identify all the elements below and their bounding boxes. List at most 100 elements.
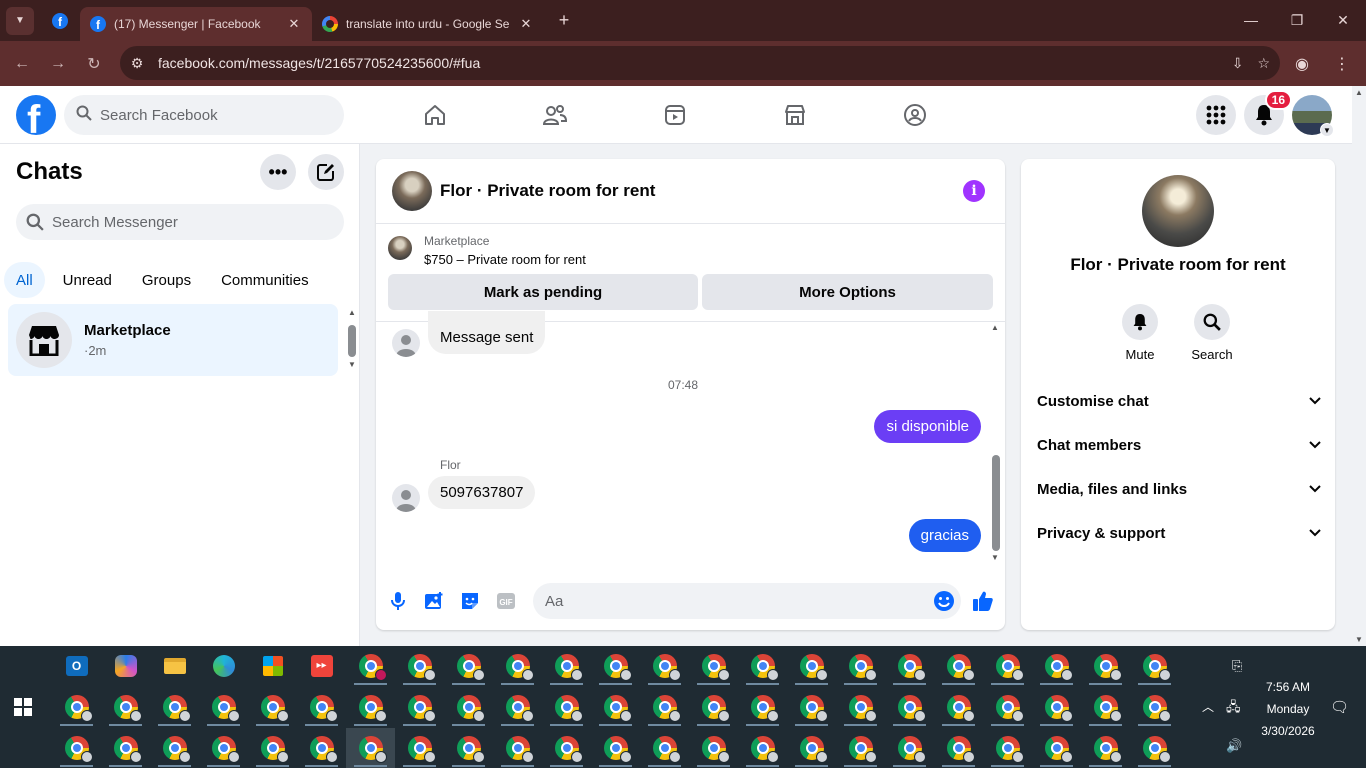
chat-list-item[interactable]: Marketplace ·2m [8,304,338,376]
sidebar-scrollbar[interactable]: ▲ ▼ [346,308,358,370]
chrome-icon[interactable] [1130,728,1179,768]
taskbar-clock[interactable]: 7:56 AM Monday 3/30/2026 [1248,676,1328,742]
chrome-icon[interactable] [836,687,885,727]
sender-avatar[interactable] [392,484,420,512]
message-bubble-incoming[interactable]: 5097637807 [428,476,536,509]
site-info-icon[interactable]: ⚙ [120,55,154,72]
section-chat-members[interactable]: Chat members [1037,423,1321,467]
chrome-icon-active[interactable] [346,728,395,768]
chat-options-button[interactable]: ••• [260,154,296,190]
section-media-files-links[interactable]: Media, files and links [1037,467,1321,511]
anydesk-icon[interactable]: ▸▸ [297,646,346,686]
nav-friends[interactable] [495,86,615,144]
copilot-icon[interactable] [101,646,150,686]
chrome-icon[interactable] [934,728,983,768]
restore-button[interactable]: ❐ [1274,0,1320,40]
tab-google[interactable]: translate into urdu - Google Se ✕ [312,7,544,41]
sender-avatar[interactable] [392,329,420,357]
bookmark-star-icon[interactable]: ☆ [1257,55,1270,72]
show-hidden-icons[interactable]: ︿ [1202,698,1214,715]
meet-now-icon[interactable]: ⎘ [1232,658,1242,674]
chrome-icon[interactable] [689,646,738,686]
chrome-icon[interactable] [885,646,934,686]
message-bubble-incoming[interactable]: Message sent [428,311,546,354]
nav-gaming[interactable] [855,86,975,144]
chrome-icon[interactable] [248,728,297,768]
facebook-search-input[interactable]: Search Facebook [64,95,344,135]
section-customise-chat[interactable]: Customise chat [1037,379,1321,423]
conversation-scrollbar[interactable]: ▲ ▼ [991,323,1001,562]
chrome-icon[interactable] [395,687,444,727]
page-scrollbar[interactable]: ▲ ▼ [1352,86,1366,646]
chrome-icon[interactable] [1130,646,1179,686]
voice-clip-button[interactable] [380,583,416,619]
back-button[interactable]: ← [4,46,40,82]
address-bar[interactable]: ⚙ facebook.com/messages/t/21657705242356… [120,46,1280,80]
chrome-icon[interactable] [934,646,983,686]
network-icon[interactable]: 🖧 [1226,698,1241,720]
forward-button[interactable]: → [40,46,76,82]
chrome-icon[interactable] [101,687,150,727]
chrome-icon[interactable] [493,646,542,686]
install-app-icon[interactable]: ⇩ [1232,55,1244,72]
browser-menu-icon[interactable]: ⋮ [1324,46,1360,82]
nav-marketplace[interactable] [735,86,855,144]
facebook-logo[interactable]: f [16,95,56,135]
message-bubble-outgoing[interactable]: si disponible [874,410,981,443]
chrome-icon[interactable] [1081,646,1130,686]
chrome-profile-icon[interactable] [346,646,395,686]
filter-unread[interactable]: Unread [51,262,124,298]
filter-groups[interactable]: Groups [130,262,203,298]
tab-messenger[interactable]: f (17) Messenger | Facebook ✕ [80,7,312,41]
minimize-button[interactable]: — [1228,0,1274,40]
chrome-icon[interactable] [493,687,542,727]
sticker-button[interactable] [452,583,488,619]
chrome-icon[interactable] [542,687,591,727]
attach-photo-button[interactable] [416,583,452,619]
chrome-icon[interactable] [542,728,591,768]
chrome-icon[interactable] [787,646,836,686]
chrome-icon[interactable] [101,728,150,768]
contact-avatar[interactable] [1142,175,1214,247]
nav-video[interactable] [615,86,735,144]
chrome-icon[interactable] [640,646,689,686]
new-tab-button[interactable]: + [550,7,578,35]
outlook-icon[interactable]: O [52,646,101,686]
chrome-icon[interactable] [1081,687,1130,727]
chrome-icon[interactable] [444,687,493,727]
chrome-icon[interactable] [346,687,395,727]
chrome-icon[interactable] [738,728,787,768]
chrome-icon[interactable] [395,646,444,686]
chrome-icon[interactable] [444,646,493,686]
tab-search-button[interactable]: ▼ [6,6,34,35]
chrome-icon[interactable] [640,687,689,727]
listing-title[interactable]: $750 – Private room for rent [424,252,586,267]
chrome-icon[interactable] [52,687,101,727]
chrome-icon[interactable] [640,728,689,768]
chrome-icon[interactable] [297,687,346,727]
chrome-icon[interactable] [787,687,836,727]
tab-close-icon[interactable]: ✕ [518,16,534,32]
chrome-icon[interactable] [591,687,640,727]
chrome-icon[interactable] [542,646,591,686]
nav-home[interactable] [375,86,495,144]
chrome-icon[interactable] [885,687,934,727]
chrome-icon[interactable] [1081,728,1130,768]
listing-thumbnail[interactable] [388,236,412,260]
conversation-title[interactable]: Flor · Private room for rent [440,181,655,201]
chrome-icon[interactable] [1032,728,1081,768]
account-avatar[interactable]: ▼ [1292,95,1334,137]
message-input[interactable]: Aa [533,583,961,619]
conversation-avatar[interactable] [392,171,432,211]
chrome-icon[interactable] [1032,687,1081,727]
chrome-icon[interactable] [1032,646,1081,686]
search-in-chat-button[interactable]: Search [1182,304,1242,362]
new-message-button[interactable] [308,154,344,190]
profile-icon[interactable]: ◉ [1284,46,1320,82]
chrome-icon[interactable] [689,687,738,727]
more-options-button[interactable]: More Options [702,274,993,310]
message-bubble-outgoing[interactable]: gracias [908,519,981,552]
pinned-tab-facebook[interactable]: f [40,0,80,41]
chrome-icon[interactable] [787,728,836,768]
chrome-icon[interactable] [738,646,787,686]
